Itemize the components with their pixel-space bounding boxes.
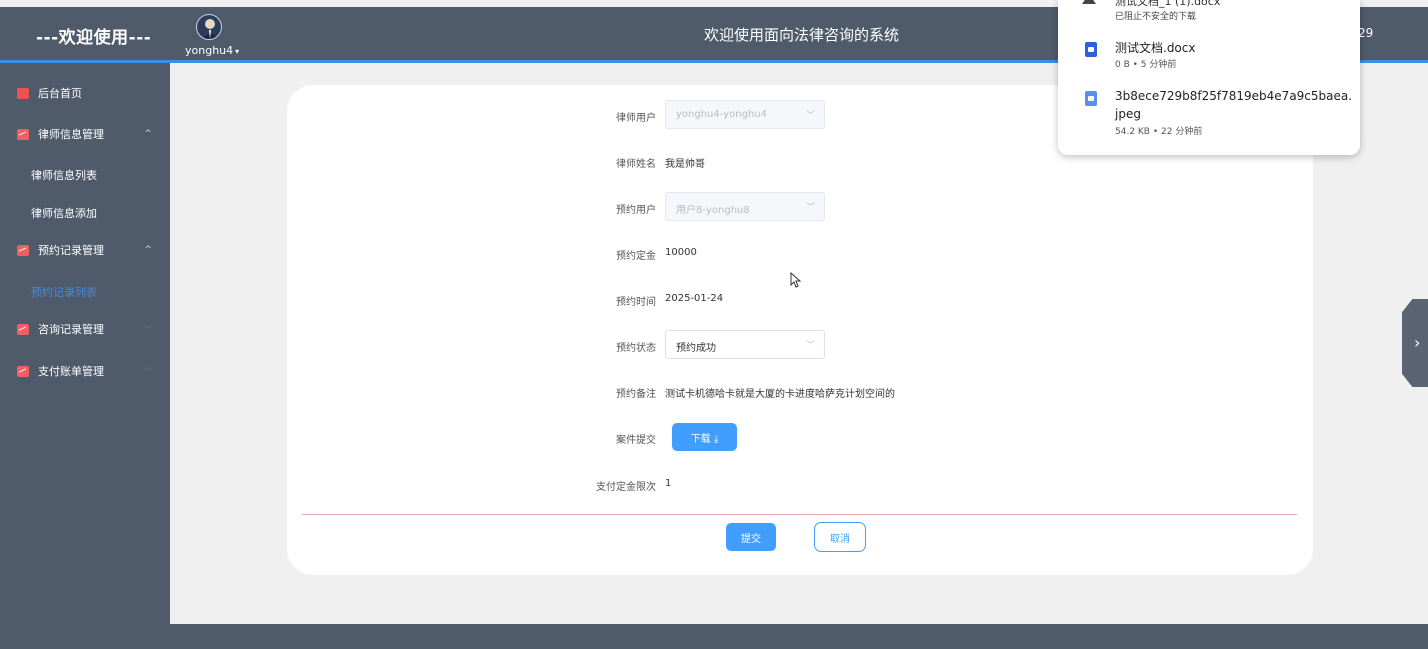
brand-title: ---欢迎使用--- (36, 28, 152, 48)
username-dropdown[interactable]: yonghu4 ▾ (185, 44, 239, 57)
chart-icon (17, 128, 29, 140)
avatar[interactable] (196, 14, 222, 40)
sidebar-item-label: 咨询记录管理 (38, 323, 104, 336)
booking-time-label: 预约时间 (616, 297, 656, 308)
sidebar-item-label: 律师信息管理 (38, 128, 104, 141)
form-divider (302, 514, 1297, 515)
download-item-name[interactable]: 测试文档_1 (1).docx (1115, 0, 1220, 9)
chart-icon (17, 365, 29, 377)
chevron-down-icon: ﹀ (142, 325, 152, 336)
download-button[interactable]: 下载 ⤓ (672, 423, 737, 451)
select-value: 预约成功 (676, 343, 716, 354)
download-item-name-line1[interactable]: 3b8ece729b8f25f7819eb4e7a9c5baea. (1115, 89, 1352, 103)
lawyer-user-label: 律师用户 (616, 113, 656, 124)
chevron-down-icon: ▾ (235, 47, 240, 56)
bottom-bar (0, 624, 1428, 649)
chevron-right-icon: › (1414, 333, 1421, 352)
booking-user-label: 预约用户 (616, 205, 656, 216)
sidebar-item-booking-management[interactable]: 预约记录管理 ^ (0, 236, 170, 264)
chevron-down-icon: ﹀ (142, 367, 152, 378)
system-title: 欢迎使用面向法律咨询的系统 (704, 26, 900, 44)
chevron-up-icon: ^ (144, 129, 152, 139)
downloads-panel: 测试文档_1 (1).docx 已阻止不安全的下载 测试文档.docx 0 B … (1058, 0, 1360, 155)
deposit-limit-value: 1 (665, 478, 672, 489)
booking-time-value: 2025-01-24 (665, 293, 724, 304)
chart-icon (17, 244, 29, 256)
lawyer-name-value: 我是帅哥 (665, 159, 705, 170)
download-item-name-line2[interactable]: jpeg (1115, 107, 1141, 121)
cancel-button[interactable]: 取消 (814, 522, 866, 552)
sidebar-item-label: 支付账单管理 (38, 365, 104, 378)
select-value: 用户8-yonghu8 (676, 205, 750, 216)
side-expand-handle[interactable]: › (1402, 299, 1428, 387)
sidebar-item-lawyer-management[interactable]: 律师信息管理 ^ (0, 120, 170, 148)
image-file-icon (1085, 91, 1097, 106)
case-submit-label: 案件提交 (616, 435, 656, 446)
download-item-status: 已阻止不安全的下载 (1115, 12, 1197, 22)
lawyer-user-select[interactable]: yonghu4-yonghu4 ﹀ (665, 100, 825, 129)
username-label: yonghu4 (185, 44, 234, 57)
sidebar-item-dashboard[interactable]: 后台首页 (0, 79, 170, 107)
sidebar: 后台首页 律师信息管理 ^ 律师信息列表 律师信息添加 预约记录管理 ^ 预约记… (0, 63, 170, 624)
mouse-cursor-icon (790, 272, 802, 288)
sidebar-subitem-lawyer-add[interactable]: 律师信息添加 (31, 205, 97, 221)
chevron-down-icon: ﹀ (805, 203, 815, 213)
sidebar-item-label: 后台首页 (38, 87, 82, 100)
doc-file-icon (1085, 42, 1097, 57)
download-item-meta: 0 B • 5 分钟前 (1115, 60, 1177, 70)
download-item-name[interactable]: 测试文档.docx (1115, 39, 1195, 56)
submit-button[interactable]: 提交 (726, 523, 776, 551)
booking-status-select[interactable]: 预约成功 ﹀ (665, 330, 825, 359)
chevron-up-icon: ^ (144, 245, 152, 255)
sidebar-item-consult-management[interactable]: 咨询记录管理 ﹀ (0, 315, 170, 343)
chart-icon (17, 323, 29, 335)
avatar-image (202, 19, 218, 39)
deposit-value: 10000 (665, 247, 697, 258)
chevron-down-icon: ﹀ (805, 111, 815, 121)
header-time-fragment: 29 (1358, 26, 1374, 40)
select-value: yonghu4-yonghu4 (676, 109, 767, 120)
chevron-down-icon: ﹀ (805, 341, 815, 351)
remark-label: 预约备注 (616, 389, 656, 400)
lawyer-name-label: 律师姓名 (616, 159, 656, 170)
sidebar-subitem-lawyer-list[interactable]: 律师信息列表 (31, 167, 97, 183)
warning-icon (1082, 0, 1096, 4)
remark-value: 测试卡机德哈卡就是大厦的卡进度哈萨克计划空间的 (665, 389, 895, 400)
sidebar-item-label: 预约记录管理 (38, 244, 104, 257)
sidebar-subitem-booking-list[interactable]: 预约记录列表 (31, 284, 97, 300)
deposit-limit-label: 支付定金限次 (596, 482, 656, 493)
sidebar-item-payment-management[interactable]: 支付账单管理 ﹀ (0, 357, 170, 385)
booking-status-label: 预约状态 (616, 343, 656, 354)
home-icon (17, 87, 29, 99)
deposit-label: 预约定金 (616, 251, 656, 262)
booking-user-select[interactable]: 用户8-yonghu8 ﹀ (665, 192, 825, 221)
download-item-meta: 54.2 KB • 22 分钟前 (1115, 127, 1203, 137)
